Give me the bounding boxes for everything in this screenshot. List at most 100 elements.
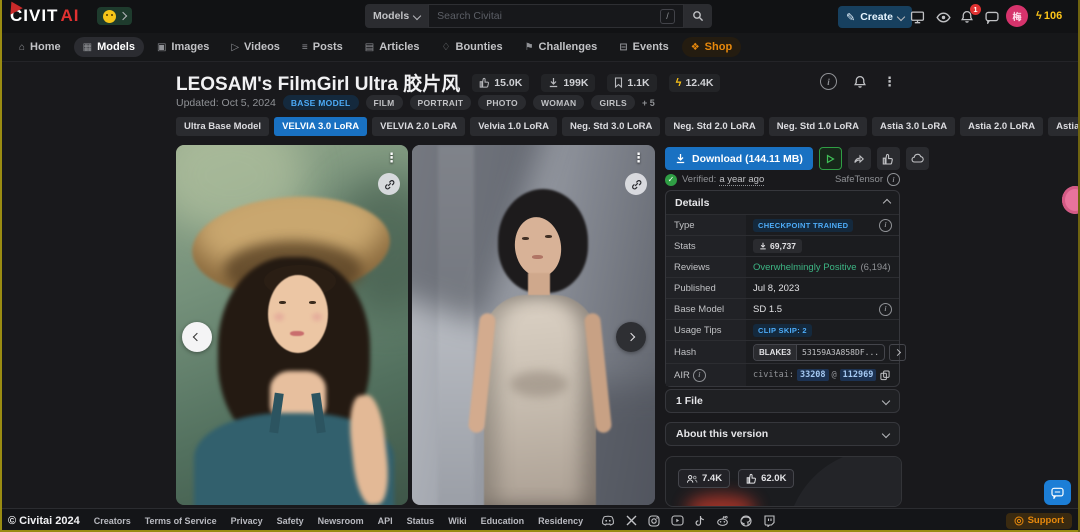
info-icon[interactable]: i bbox=[879, 218, 892, 232]
files-accordion[interactable]: 1 File bbox=[665, 389, 900, 413]
chat-fab-button[interactable] bbox=[1044, 480, 1071, 505]
tiktok-icon[interactable] bbox=[695, 515, 705, 527]
footer-link-residency[interactable]: Residency bbox=[538, 516, 583, 526]
verified-time-link[interactable]: a year ago bbox=[719, 174, 765, 186]
image-link-badge[interactable] bbox=[378, 173, 400, 195]
search-category-dropdown[interactable]: Models bbox=[365, 4, 429, 28]
footer-link-newsroom[interactable]: Newsroom bbox=[318, 516, 364, 526]
instagram-icon[interactable] bbox=[648, 514, 660, 527]
nav-item-videos[interactable]: ▷ Videos bbox=[222, 37, 289, 57]
screenshare-button[interactable] bbox=[908, 8, 926, 26]
version-tab-negstd-3[interactable]: Neg. Std 3.0 LoRA bbox=[562, 117, 661, 136]
nav-item-bounties[interactable]: ♢ Bounties bbox=[433, 37, 512, 57]
reviews-link[interactable]: Overwhelmingly Positive bbox=[753, 262, 856, 273]
hash-value-group[interactable]: BLAKE3 53159A3A858DF... bbox=[753, 343, 886, 361]
gallery-image-1[interactable]: ⋮ bbox=[176, 145, 408, 505]
version-tab-velvia-2[interactable]: VELVIA 2.0 LoRA bbox=[372, 117, 466, 136]
nav-item-posts[interactable]: ≡ Posts bbox=[293, 37, 352, 57]
version-tab-astia-1[interactable]: Astia 1.0 LoRA bbox=[1048, 117, 1080, 136]
nav-item-articles[interactable]: ▤ Articles bbox=[356, 37, 429, 57]
image-menu-icon[interactable]: ⋮ bbox=[632, 151, 645, 164]
vault-button[interactable] bbox=[905, 147, 929, 170]
civitai-logo[interactable]: CIVIT AI bbox=[5, 0, 79, 26]
footer-link-status[interactable]: Status bbox=[407, 516, 435, 526]
footer-link-wiki[interactable]: Wiki bbox=[448, 516, 466, 526]
x-icon[interactable] bbox=[626, 515, 637, 526]
holiday-mode-toggle[interactable] bbox=[97, 7, 132, 25]
hash-algo: BLAKE3 bbox=[754, 344, 798, 360]
image-link-badge[interactable] bbox=[625, 173, 647, 195]
more-tags[interactable]: + 5 bbox=[642, 98, 655, 108]
tips-stat[interactable]: ϟ 12.4K bbox=[668, 73, 721, 92]
tag-girls[interactable]: GIRLS bbox=[591, 95, 635, 110]
footer-link-privacy[interactable]: Privacy bbox=[231, 516, 263, 526]
user-avatar[interactable]: 梅 bbox=[1006, 5, 1028, 27]
downloads-stat[interactable]: 199K bbox=[541, 73, 596, 92]
tag-photo[interactable]: PHOTO bbox=[478, 95, 526, 110]
footer-link-creators[interactable]: Creators bbox=[94, 516, 131, 526]
buzz-counter[interactable]: ϟ 106 bbox=[1036, 10, 1062, 22]
likes-stat[interactable]: 15.0K bbox=[472, 73, 530, 92]
share-button[interactable] bbox=[847, 147, 871, 170]
discord-icon[interactable] bbox=[601, 515, 615, 526]
footer-link-terms[interactable]: Terms of Service bbox=[145, 516, 217, 526]
notifications-button[interactable]: 1 bbox=[958, 4, 981, 26]
gallery-summary-card[interactable]: 7.4K 62.0K bbox=[665, 456, 902, 507]
info-icon[interactable]: i bbox=[887, 173, 900, 186]
footer-link-api[interactable]: API bbox=[378, 516, 393, 526]
nav-item-images[interactable]: ▣ Images bbox=[148, 37, 218, 57]
tag-base-model[interactable]: BASE MODEL bbox=[282, 95, 359, 110]
holiday-event-badge[interactable] bbox=[1062, 186, 1080, 214]
info-icon[interactable]: i bbox=[879, 302, 892, 316]
browsing-mode-button[interactable] bbox=[934, 8, 952, 26]
run-model-button[interactable] bbox=[818, 147, 842, 170]
air-separator: @ bbox=[831, 370, 837, 380]
version-tab-astia-3[interactable]: Astia 3.0 LoRA bbox=[872, 117, 956, 136]
info-icon[interactable]: i bbox=[692, 368, 706, 382]
search-button[interactable] bbox=[684, 4, 712, 28]
nav-item-events[interactable]: ⊟ Events bbox=[610, 37, 677, 57]
copy-icon[interactable] bbox=[880, 369, 890, 381]
nav-item-challenges[interactable]: ⚑ Challenges bbox=[516, 37, 607, 57]
more-menu-icon[interactable]: ⋮ bbox=[883, 74, 896, 90]
search-input[interactable]: Search Civitai / bbox=[428, 4, 684, 28]
chat-button[interactable] bbox=[983, 8, 1001, 26]
github-icon[interactable] bbox=[740, 514, 752, 527]
follow-bell-icon[interactable] bbox=[853, 75, 867, 89]
details-header[interactable]: Details bbox=[666, 191, 899, 214]
tag-portrait[interactable]: PORTRAIT bbox=[409, 95, 472, 110]
gallery-image-2[interactable]: ⋮ bbox=[412, 145, 655, 505]
nav-item-shop[interactable]: ❖ Shop bbox=[681, 37, 742, 57]
nav-item-models[interactable]: ▦ Models bbox=[73, 37, 144, 57]
bookmarks-stat[interactable]: 1.1K bbox=[607, 73, 657, 92]
info-icon[interactable]: i bbox=[820, 73, 837, 90]
footer-link-safety[interactable]: Safety bbox=[277, 516, 304, 526]
users-icon bbox=[686, 474, 698, 483]
models-icon: ▦ bbox=[82, 41, 93, 53]
version-tab-velvia-1[interactable]: Velvia 1.0 LoRA bbox=[470, 117, 557, 136]
version-tab-negstd-1[interactable]: Neg. Std 1.0 LoRA bbox=[768, 117, 868, 136]
air-prefix: civitai: bbox=[753, 370, 794, 380]
tag-woman[interactable]: WOMAN bbox=[532, 95, 585, 110]
image-menu-icon[interactable]: ⋮ bbox=[385, 151, 398, 164]
create-button[interactable]: ✎ Create bbox=[838, 6, 912, 28]
version-tab-astia-2[interactable]: Astia 2.0 LoRA bbox=[960, 117, 1044, 136]
version-tab-velvia-3[interactable]: VELVIA 3.0 LoRA bbox=[274, 117, 368, 136]
version-tab-ultra-base[interactable]: Ultra Base Model bbox=[176, 117, 270, 136]
updated-date: Updated: Oct 5, 2024 bbox=[176, 96, 276, 109]
version-tab-negstd-2[interactable]: Neg. Std 2.0 LoRA bbox=[665, 117, 764, 136]
youtube-icon[interactable] bbox=[671, 515, 684, 526]
carousel-prev-button[interactable] bbox=[182, 322, 212, 352]
nav-label: Models bbox=[97, 41, 135, 53]
footer-link-education[interactable]: Education bbox=[481, 516, 525, 526]
nav-item-home[interactable]: ⌂ Home bbox=[10, 37, 70, 57]
like-button[interactable] bbox=[876, 147, 900, 170]
reddit-icon[interactable] bbox=[716, 515, 729, 527]
support-button[interactable]: Support bbox=[1005, 512, 1072, 529]
carousel-next-button[interactable] bbox=[616, 322, 646, 352]
download-button[interactable]: Download (144.11 MB) bbox=[665, 147, 813, 170]
hash-expand-button[interactable] bbox=[889, 343, 907, 361]
twitch-icon[interactable] bbox=[763, 514, 775, 527]
tag-film[interactable]: FILM bbox=[365, 95, 403, 110]
about-version-accordion[interactable]: About this version bbox=[665, 422, 900, 446]
